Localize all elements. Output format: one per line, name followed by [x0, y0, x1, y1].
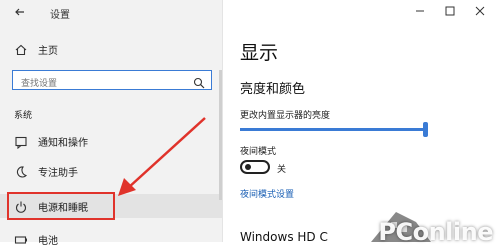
- back-arrow-icon[interactable]: [12, 4, 28, 20]
- night-light-state: 关: [277, 165, 287, 175]
- settings-window: 设置 主页 系统 通知和操作 专注助手: [0, 0, 501, 247]
- moon-icon: [14, 164, 28, 178]
- night-light-settings-link[interactable]: 夜间模式设置: [240, 187, 294, 200]
- minimize-icon[interactable]: [413, 4, 427, 18]
- search-field[interactable]: [12, 70, 212, 93]
- brightness-slider[interactable]: [240, 128, 426, 131]
- power-icon: [14, 199, 28, 213]
- sidebar-item-label: 主页: [38, 45, 58, 57]
- maximize-icon[interactable]: [443, 4, 457, 18]
- sidebar-item-label: 电源和睡眠: [38, 202, 88, 214]
- watermark: PConline: [351, 192, 501, 246]
- app-title: 设置: [50, 10, 70, 21]
- brightness-label: 更改内置显示器的亮度: [240, 111, 331, 121]
- battery-icon: [14, 232, 28, 246]
- brightness-slider-thumb[interactable]: [423, 122, 428, 137]
- notification-icon: [14, 134, 28, 150]
- sidebar-item-label: 电池: [38, 235, 58, 247]
- brightness-color-heading: 亮度和颜色: [240, 82, 306, 97]
- sidebar-item-home[interactable]: 主页: [0, 38, 222, 60]
- sidebar-item-label: 通知和操作: [38, 137, 88, 149]
- annotation-arrow-icon: [118, 117, 206, 196]
- search-input[interactable]: [19, 75, 193, 93]
- home-icon: [14, 42, 28, 56]
- sidebar-scrollbar[interactable]: [219, 70, 222, 200]
- night-light-label: 夜间模式: [240, 147, 277, 157]
- sidebar-item-label: 专注助手: [38, 167, 78, 179]
- night-light-toggle[interactable]: [240, 160, 270, 174]
- search-icon[interactable]: [193, 74, 205, 89]
- sidebar-item-battery[interactable]: 电池: [0, 228, 222, 250]
- page-title: 显示: [240, 42, 279, 64]
- section-title: 系统: [14, 111, 33, 121]
- toggle-knob: [245, 164, 251, 170]
- close-icon[interactable]: [473, 4, 487, 18]
